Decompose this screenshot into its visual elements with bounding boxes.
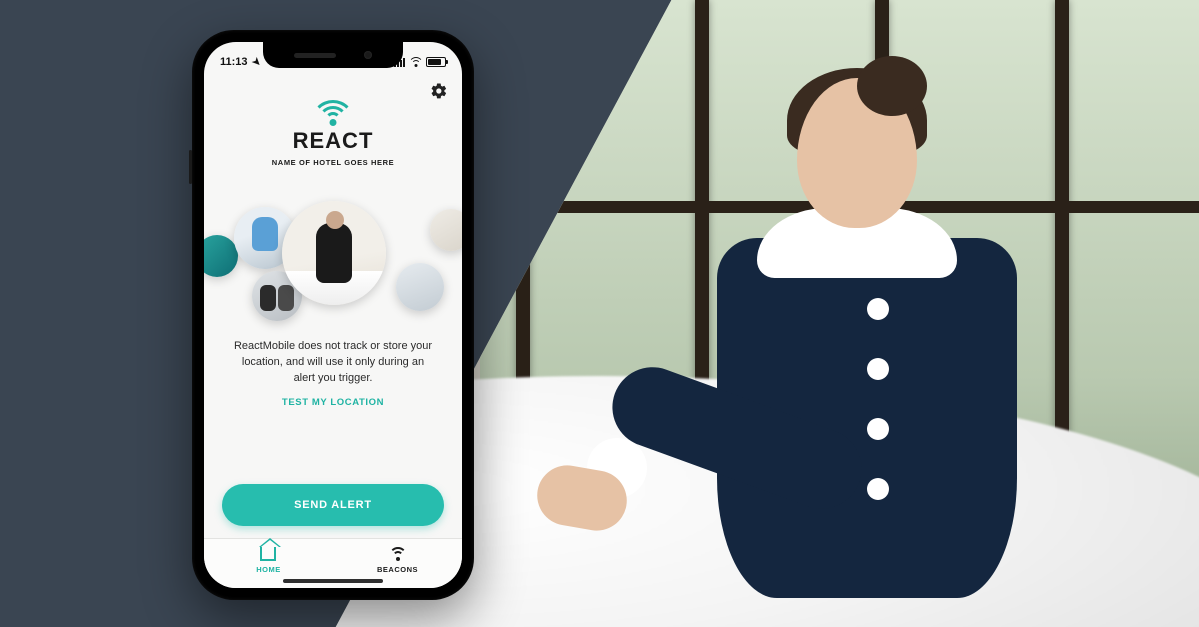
carousel-thumb[interactable] [396,263,444,311]
image-carousel[interactable] [204,185,462,325]
test-my-location-link[interactable]: TEST MY LOCATION [204,397,462,408]
phone-mockup: 11:13 ➤ REACT NAME OF HOTEL GOES HERE [192,30,474,600]
home-indicator[interactable] [283,579,383,583]
location-disclaimer-text: ReactMobile does not track or store your… [230,339,436,387]
wifi-icon [409,57,422,67]
tab-label: BEACONS [377,565,418,574]
home-icon [260,547,278,563]
brand-wifi-icon [311,100,355,126]
location-services-icon: ➤ [249,55,263,69]
carousel-thumb[interactable] [430,209,462,251]
tab-beacons[interactable]: BEACONS [333,539,462,582]
carousel-thumb[interactable] [204,235,238,277]
app-header [204,76,462,100]
hotel-name-label: NAME OF HOTEL GOES HERE [272,158,394,167]
phone-notch [263,42,403,68]
tab-label: HOME [256,565,281,574]
battery-icon [426,57,446,67]
send-alert-button[interactable]: SEND ALERT [222,484,444,526]
carousel-thumb-active[interactable] [282,201,386,305]
beacons-icon [389,547,407,563]
brand-name: REACT [293,128,374,154]
brand-block: REACT NAME OF HOTEL GOES HERE [204,100,462,167]
tab-home[interactable]: HOME [204,539,333,582]
status-time: 11:13 [220,56,248,68]
settings-icon[interactable] [430,82,448,100]
app-screen: 11:13 ➤ REACT NAME OF HOTEL GOES HERE [204,42,462,588]
